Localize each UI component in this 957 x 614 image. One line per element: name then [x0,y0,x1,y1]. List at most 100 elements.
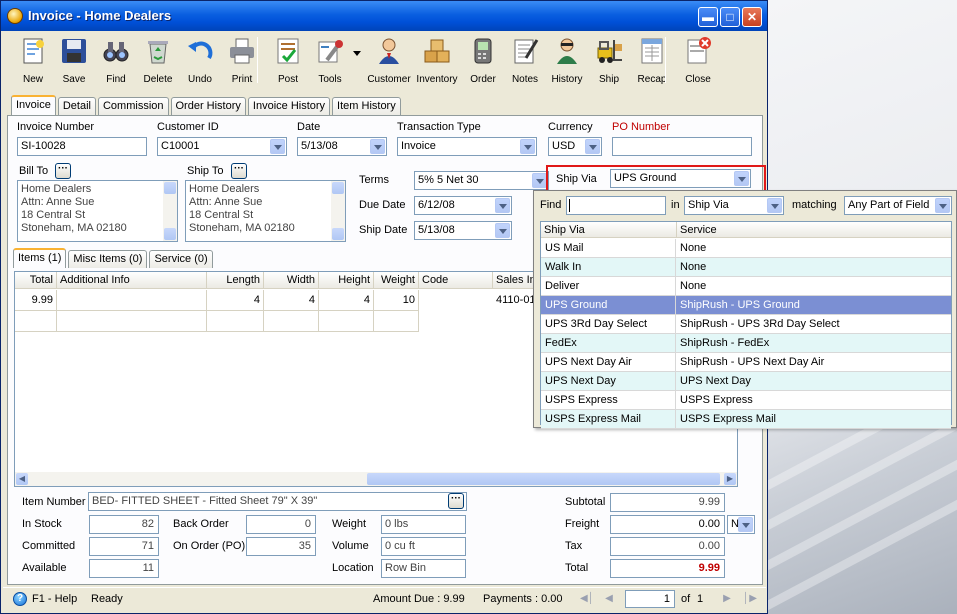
transaction-type-combo[interactable]: Invoice [397,137,537,156]
transaction-type-dropdown-arrow[interactable] [520,139,535,154]
toolbar-notes-button[interactable]: Notes [504,33,546,89]
ship-via-grid[interactable]: Ship Via Service US Mail None Walk In None D… [540,221,952,429]
item-number-field[interactable]: BED- FITTED SHEET - Fitted Sheet 79" X 3… [88,492,467,511]
date-dropdown-arrow[interactable] [370,139,385,154]
items-col-code[interactable]: Code [419,272,493,289]
currency-combo[interactable]: USD [548,137,602,156]
items-horizontal-scrollbar[interactable]: ◀ ▶ [15,472,737,486]
table-cell[interactable]: 10 [374,290,419,311]
scroll-thumb[interactable] [367,473,720,485]
items-col-additional-info[interactable]: Additional Info [57,272,207,289]
tab-order-history[interactable]: Order History [170,97,246,115]
scroll-left-icon[interactable]: ◀ [16,473,28,485]
toolbar-customer-button[interactable]: Customer [367,33,411,89]
tab-commission[interactable]: Commission [97,97,169,115]
items-col-weight[interactable]: Weight [374,272,419,289]
tab-service[interactable]: Service (0) [149,250,213,268]
tools-menu-arrow-icon[interactable] [353,51,361,56]
freight-code-dropdown-arrow[interactable] [738,517,753,532]
toolbar-tools-button[interactable]: Tools [309,33,351,89]
customer-id-dropdown-arrow[interactable] [270,139,285,154]
due-date-picker[interactable]: 6/12/08 [414,196,512,215]
tab-detail[interactable]: Detail [57,97,96,115]
table-cell[interactable]: 4 [264,290,319,311]
tab-invoice[interactable]: Invoice [11,95,56,115]
items-col-height[interactable]: Height [319,272,374,289]
tab-invoice-history[interactable]: Invoice History [247,97,331,115]
table-cell[interactable] [419,311,493,332]
bill-to-scroll-down[interactable] [164,228,176,240]
ship-via-option[interactable]: FedEx ShipRush - FedEx [541,334,951,353]
items-col-length[interactable]: Length [207,272,264,289]
last-page-icon[interactable]: │▶ [743,592,757,606]
ship-via-combo[interactable]: UPS Ground [610,169,751,188]
maximize-button[interactable]: □ [720,7,740,27]
toolbar-order-button[interactable]: Order [462,33,504,89]
table-cell[interactable] [264,311,319,332]
items-col-width[interactable]: Width [264,272,319,289]
ship-to-lookup-button[interactable]: ··· [231,163,247,179]
ship-via-option[interactable]: Walk In None [541,258,951,277]
page-number-field[interactable]: 1 [625,590,675,608]
ship-via-option[interactable]: US Mail None [541,239,951,258]
toolbar-ship-button[interactable]: Ship [588,33,630,89]
ship-via-option[interactable]: UPS Next Day UPS Next Day [541,372,951,391]
ship-to-scroll-down[interactable] [332,228,344,240]
table-cell[interactable]: 4 [319,290,374,311]
date-picker[interactable]: 5/13/08 [297,137,387,156]
find-input[interactable] [566,196,666,215]
tab-item-history[interactable]: Item History [332,97,401,115]
ship-via-option[interactable]: USPS Express USPS Express [541,391,951,410]
table-cell[interactable] [15,311,57,332]
table-cell[interactable]: 4 [207,290,264,311]
table-cell[interactable] [57,290,207,311]
close-window-button[interactable]: ✕ [742,7,762,27]
tab-items[interactable]: Items (1) [13,248,67,268]
in-field-combo[interactable]: Ship Via [684,196,784,215]
table-cell[interactable]: 9.99 [15,290,57,311]
matching-combo[interactable]: Any Part of Field [844,196,952,215]
tab-misc-items[interactable]: Misc Items (0) [68,250,148,268]
ship-via-option[interactable]: UPS 3Rd Day Select ShipRush - UPS 3Rd Day… [541,315,951,334]
bill-to-lookup-button[interactable]: ··· [55,163,71,179]
ship-via-option[interactable]: USPS Express Mail USPS Express Mail [541,410,951,429]
toolbar-post-button[interactable]: Post [267,33,309,89]
ship-to-scroll-up[interactable] [332,182,344,194]
table-row[interactable]: 9.99 4 4 4 10 4110-01 [15,290,536,311]
bill-to-scroll-up[interactable] [164,182,176,194]
ship-via-option[interactable]: UPS Ground ShipRush - UPS Ground [541,296,951,315]
table-cell[interactable] [319,311,374,332]
table-row[interactable] [15,311,419,332]
invoice-number-field[interactable]: SI-10028 [17,137,147,156]
toolbar-recap-button[interactable]: Recap [631,33,673,89]
due-date-dropdown-arrow[interactable] [495,198,510,213]
po-number-field[interactable] [612,137,752,156]
toolbar-save-button[interactable]: Save [53,33,95,89]
prev-page-icon[interactable]: ◀ [603,592,615,606]
terms-dropdown-arrow[interactable] [532,173,547,188]
matching-dropdown-arrow[interactable] [935,198,950,213]
minimize-button[interactable]: ▬ [698,7,718,27]
freight-field[interactable]: 0.00 [610,515,725,534]
freight-code-combo[interactable]: N [727,515,755,534]
toolbar-new-button[interactable]: New [12,33,54,89]
app-icon[interactable] [7,8,23,24]
col-service[interactable]: Service [677,222,951,238]
col-ship-via[interactable]: Ship Via [541,222,677,238]
ship-via-option[interactable]: Deliver None [541,277,951,296]
ship-to-address[interactable]: Home Dealers Attn: Anne Sue 18 Central St S… [185,180,346,242]
in-field-dropdown-arrow[interactable] [767,198,782,213]
customer-id-combo[interactable]: C10001 [157,137,287,156]
toolbar-undo-button[interactable]: Undo [179,33,221,89]
table-cell[interactable] [419,290,493,311]
table-cell[interactable] [207,311,264,332]
terms-combo[interactable]: 5% 5 Net 30 [414,171,549,190]
first-page-icon[interactable]: ◀│ [580,592,594,606]
toolbar-inventory-button[interactable]: Inventory [416,33,458,89]
toolbar-history-button[interactable]: History [546,33,588,89]
toolbar-delete-button[interactable]: Delete [137,33,179,89]
toolbar-find-button[interactable]: Find [95,33,137,89]
title-bar[interactable]: Invoice - Home Dealers ▬ □ ✕ [1,1,767,31]
scroll-right-icon[interactable]: ▶ [724,473,736,485]
table-cell[interactable] [57,311,207,332]
